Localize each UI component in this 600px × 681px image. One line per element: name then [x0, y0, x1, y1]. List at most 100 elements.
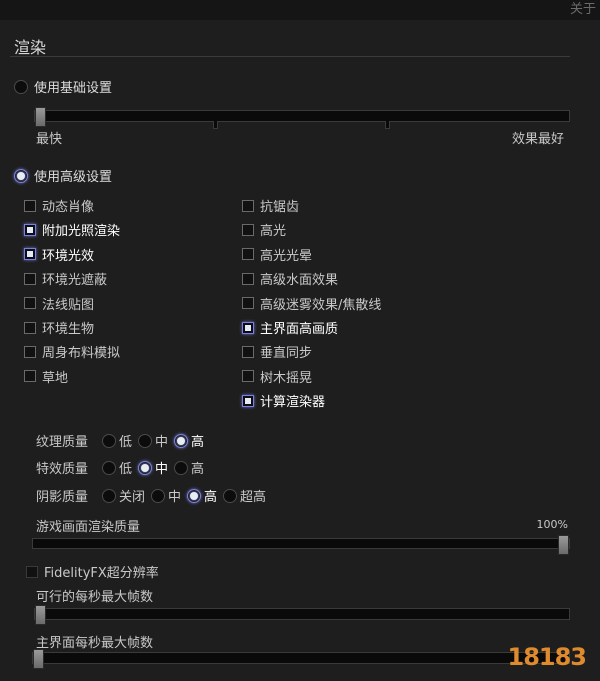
advanced-right-checkbox[interactable] — [242, 248, 254, 261]
shadow-quality-option[interactable]: 超高 — [223, 486, 266, 505]
shadow-quality-row: 阴影质量 关闭 中 高 超高 — [36, 486, 272, 505]
effects-quality-radio[interactable] — [102, 460, 116, 475]
texture-quality-option[interactable]: 中 — [138, 431, 168, 450]
advanced-right-option[interactable]: 主界面高画质 — [242, 318, 338, 337]
fidelityfx-option[interactable]: FidelityFX超分辨率 — [26, 562, 159, 581]
render-quality-slider-thumb[interactable] — [558, 535, 569, 555]
site-watermark-logo: 18183 — [507, 643, 587, 671]
effects-quality-radio[interactable] — [138, 460, 153, 475]
shadow-quality-radio[interactable] — [187, 488, 202, 503]
advanced-left-option[interactable]: 环境光遮蔽 — [24, 269, 107, 288]
texture-quality-option-label: 低 — [119, 435, 133, 450]
advanced-left-checkbox[interactable] — [24, 199, 36, 212]
texture-quality-option[interactable]: 低 — [102, 431, 132, 450]
advanced-left-label: 周身布料模拟 — [42, 346, 121, 362]
max-fps-slider[interactable] — [34, 605, 570, 625]
advanced-left-option[interactable]: 附加光照渲染 — [24, 220, 120, 239]
basic-settings-option[interactable]: 使用基础设置 — [14, 77, 112, 96]
menu-fps-slider-thumb[interactable] — [33, 649, 44, 669]
basic-quality-slider-thumb[interactable] — [35, 107, 46, 127]
texture-quality-option-label: 中 — [155, 435, 169, 450]
advanced-settings-option[interactable]: 使用高级设置 — [14, 166, 112, 185]
advanced-right-label: 树木摇晃 — [260, 370, 313, 386]
advanced-right-option[interactable]: 高级迷雾效果/焦散线 — [242, 294, 381, 313]
advanced-right-label: 垂直同步 — [260, 346, 313, 362]
basic-settings-radio[interactable] — [14, 79, 28, 94]
shadow-quality-option[interactable]: 中 — [151, 486, 181, 505]
menu-fps-label: 主界面每秒最大帧数 — [36, 636, 154, 651]
effects-quality-option-label: 低 — [119, 462, 133, 477]
advanced-right-label: 高级迷雾效果/焦散线 — [260, 297, 382, 313]
advanced-right-option[interactable]: 抗锯齿 — [242, 196, 299, 215]
texture-quality-radio[interactable] — [138, 433, 153, 448]
effects-quality-label: 特效质量 — [36, 462, 89, 477]
effects-quality-radio[interactable] — [174, 460, 189, 475]
advanced-left-label: 法线贴图 — [42, 297, 95, 313]
advanced-left-checkbox[interactable] — [24, 248, 36, 261]
advanced-right-checkbox[interactable] — [242, 272, 254, 285]
shadow-quality-radio[interactable] — [151, 488, 166, 503]
texture-quality-radio[interactable] — [102, 433, 116, 448]
advanced-left-option[interactable]: 周身布料模拟 — [24, 342, 120, 361]
max-fps-slider-thumb[interactable] — [35, 605, 46, 625]
slider-min-label: 最快 — [36, 132, 63, 147]
slider-tick — [385, 121, 390, 129]
advanced-right-checkbox[interactable] — [242, 370, 254, 383]
advanced-settings-label: 使用高级设置 — [34, 170, 113, 185]
shadow-quality-option[interactable]: 高 — [187, 486, 217, 505]
section-title: 渲染 — [14, 38, 47, 57]
texture-quality-label: 纹理质量 — [36, 435, 89, 450]
fidelityfx-checkbox[interactable] — [26, 565, 38, 578]
advanced-right-checkbox[interactable] — [242, 223, 254, 236]
advanced-right-label: 主界面高画质 — [260, 322, 339, 337]
shadow-quality-label: 阴影质量 — [36, 490, 89, 505]
basic-quality-slider[interactable] — [34, 107, 570, 129]
menu-fps-slider[interactable] — [32, 649, 570, 669]
slider-tick — [213, 121, 218, 129]
texture-quality-option[interactable]: 高 — [174, 431, 204, 450]
advanced-right-checkbox[interactable] — [242, 345, 254, 358]
advanced-left-checkbox[interactable] — [24, 297, 36, 310]
advanced-right-option[interactable]: 垂直同步 — [242, 342, 312, 361]
texture-quality-row: 纹理质量 低 中 高 — [36, 431, 210, 450]
top-bar: 关于 — [0, 0, 600, 20]
about-tab[interactable]: 关于 — [570, 0, 596, 17]
slider-max-label: 效果最好 — [511, 132, 564, 147]
advanced-right-option[interactable]: 高光 — [242, 220, 286, 239]
shadow-quality-option[interactable]: 关闭 — [102, 486, 145, 505]
advanced-left-option[interactable]: 环境光效 — [24, 245, 94, 264]
advanced-left-label: 附加光照渲染 — [42, 224, 121, 240]
shadow-quality-option-label: 高 — [204, 490, 218, 505]
advanced-left-label: 环境生物 — [42, 322, 95, 337]
advanced-right-checkbox[interactable] — [242, 297, 254, 310]
advanced-left-checkbox[interactable] — [24, 345, 36, 358]
advanced-right-checkbox[interactable] — [242, 394, 254, 407]
advanced-left-label: 环境光遮蔽 — [42, 273, 108, 289]
advanced-left-checkbox[interactable] — [24, 272, 36, 285]
advanced-left-checkbox[interactable] — [24, 321, 36, 334]
texture-quality-option-label: 高 — [191, 435, 205, 450]
advanced-right-option[interactable]: 高光光晕 — [242, 245, 312, 264]
advanced-settings-radio[interactable] — [14, 168, 28, 183]
shadow-quality-option-label: 关闭 — [119, 490, 146, 505]
advanced-left-option[interactable]: 动态肖像 — [24, 196, 94, 215]
advanced-right-checkbox[interactable] — [242, 199, 254, 212]
basic-settings-label: 使用基础设置 — [34, 81, 113, 96]
render-quality-slider[interactable] — [32, 535, 570, 555]
advanced-left-checkbox[interactable] — [24, 370, 36, 383]
advanced-left-option[interactable]: 草地 — [24, 367, 68, 386]
advanced-left-option[interactable]: 环境生物 — [24, 318, 94, 337]
advanced-right-checkbox[interactable] — [242, 321, 254, 334]
advanced-right-option[interactable]: 高级水面效果 — [242, 269, 338, 288]
advanced-left-checkbox[interactable] — [24, 223, 36, 236]
texture-quality-radio[interactable] — [174, 433, 189, 448]
advanced-right-option[interactable]: 计算渲染器 — [242, 391, 325, 410]
shadow-quality-radio[interactable] — [102, 488, 116, 503]
effects-quality-option[interactable]: 高 — [174, 458, 204, 477]
effects-quality-option[interactable]: 低 — [102, 458, 132, 477]
shadow-quality-radio[interactable] — [223, 488, 238, 503]
advanced-left-option[interactable]: 法线贴图 — [24, 294, 94, 313]
advanced-right-option[interactable]: 树木摇晃 — [242, 367, 312, 386]
effects-quality-option[interactable]: 中 — [138, 458, 168, 477]
shadow-quality-option-label: 超高 — [240, 490, 267, 505]
